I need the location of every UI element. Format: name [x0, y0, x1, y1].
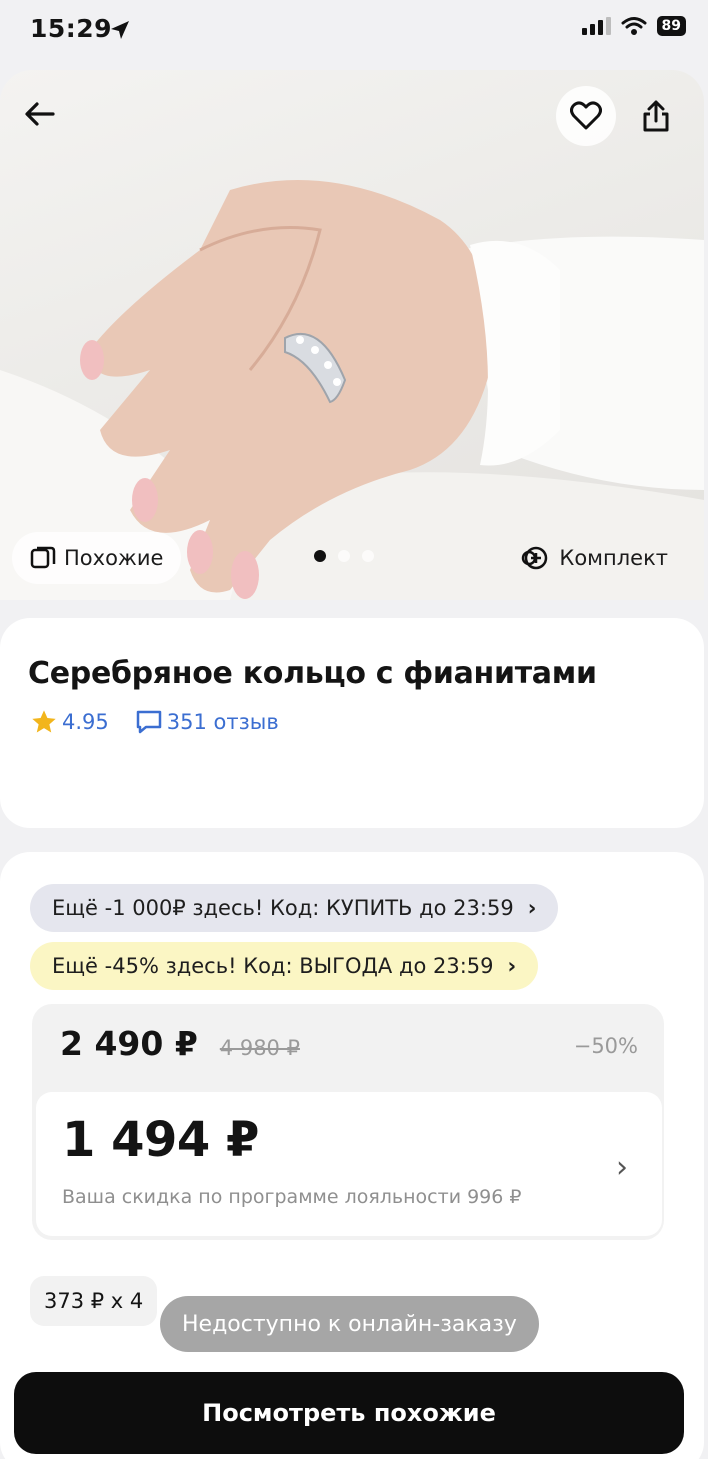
- similar-chip-label: Похожие: [64, 546, 164, 570]
- signal-icon: [581, 17, 611, 35]
- current-price: 2 490 ₽: [60, 1024, 198, 1063]
- promo-banner[interactable]: Ещё -1 000₽ здесь! Код: КУПИТЬ до 23:59 …: [30, 884, 559, 932]
- share-icon: [643, 100, 669, 132]
- set-chip[interactable]: Комплект: [503, 532, 686, 584]
- status-time: 15:29: [30, 14, 113, 43]
- reviews-count[interactable]: 351 отзыв: [167, 710, 279, 734]
- heart-icon: [570, 101, 602, 130]
- loyalty-price: 1 494 ₽: [62, 1112, 259, 1168]
- pagination-dot-active[interactable]: [314, 550, 326, 562]
- star-icon: [32, 710, 56, 733]
- similar-chip[interactable]: Похожие: [12, 532, 182, 584]
- view-similar-button[interactable]: Посмотреть похожие: [14, 1372, 684, 1454]
- rating-value: 4.95: [62, 710, 109, 734]
- battery-icon: 89: [656, 16, 686, 36]
- installment-chip[interactable]: 373 ₽ x 4: [30, 1276, 158, 1326]
- product-title: Серебряное кольцо с фианитами: [28, 656, 597, 691]
- back-button[interactable]: [10, 84, 70, 144]
- promo-banner[interactable]: Ещё -45% здесь! Код: ВЫГОДА до 23:59 ›: [30, 942, 539, 990]
- comment-icon: [136, 710, 162, 734]
- share-button[interactable]: [626, 86, 686, 146]
- promo-text: Ещё -45% здесь! Код: ВЫГОДА до 23:59: [52, 954, 494, 978]
- promo-text: Ещё -1 000₽ здесь! Код: КУПИТЬ до 23:59: [52, 896, 514, 920]
- status-indicators: 89: [581, 16, 686, 36]
- chevron-right-icon[interactable]: ›: [616, 1150, 628, 1185]
- add-circle-icon: [522, 546, 548, 570]
- loyalty-note: Ваша скидка по программе лояльности 996 …: [62, 1186, 522, 1208]
- unavailable-toast: Недоступно к онлайн-заказу: [160, 1296, 539, 1352]
- product-image[interactable]: Похожие Комплект: [0, 70, 704, 600]
- rating-row[interactable]: 4.95 351 отзыв: [30, 708, 279, 736]
- discount-badge: −50%: [573, 1034, 638, 1058]
- location-arrow-icon: [111, 21, 129, 39]
- price-row: 2 490 ₽ 4 980 ₽: [60, 1024, 300, 1063]
- chevron-right-icon: ›: [507, 954, 517, 978]
- chevron-right-icon: ›: [527, 896, 537, 920]
- old-price: 4 980 ₽: [219, 1036, 300, 1060]
- wifi-icon: [621, 17, 647, 35]
- pagination-dot[interactable]: [338, 550, 350, 562]
- pagination-dot[interactable]: [362, 550, 374, 562]
- similar-icon: [30, 546, 56, 569]
- favorite-button[interactable]: [556, 86, 616, 146]
- hand-with-ring-illustration: [0, 180, 704, 600]
- set-chip-label: Комплект: [559, 546, 668, 570]
- image-pagination[interactable]: [314, 550, 374, 562]
- back-arrow-icon: [25, 102, 55, 126]
- installment-text: 373 ₽ x 4: [44, 1289, 144, 1313]
